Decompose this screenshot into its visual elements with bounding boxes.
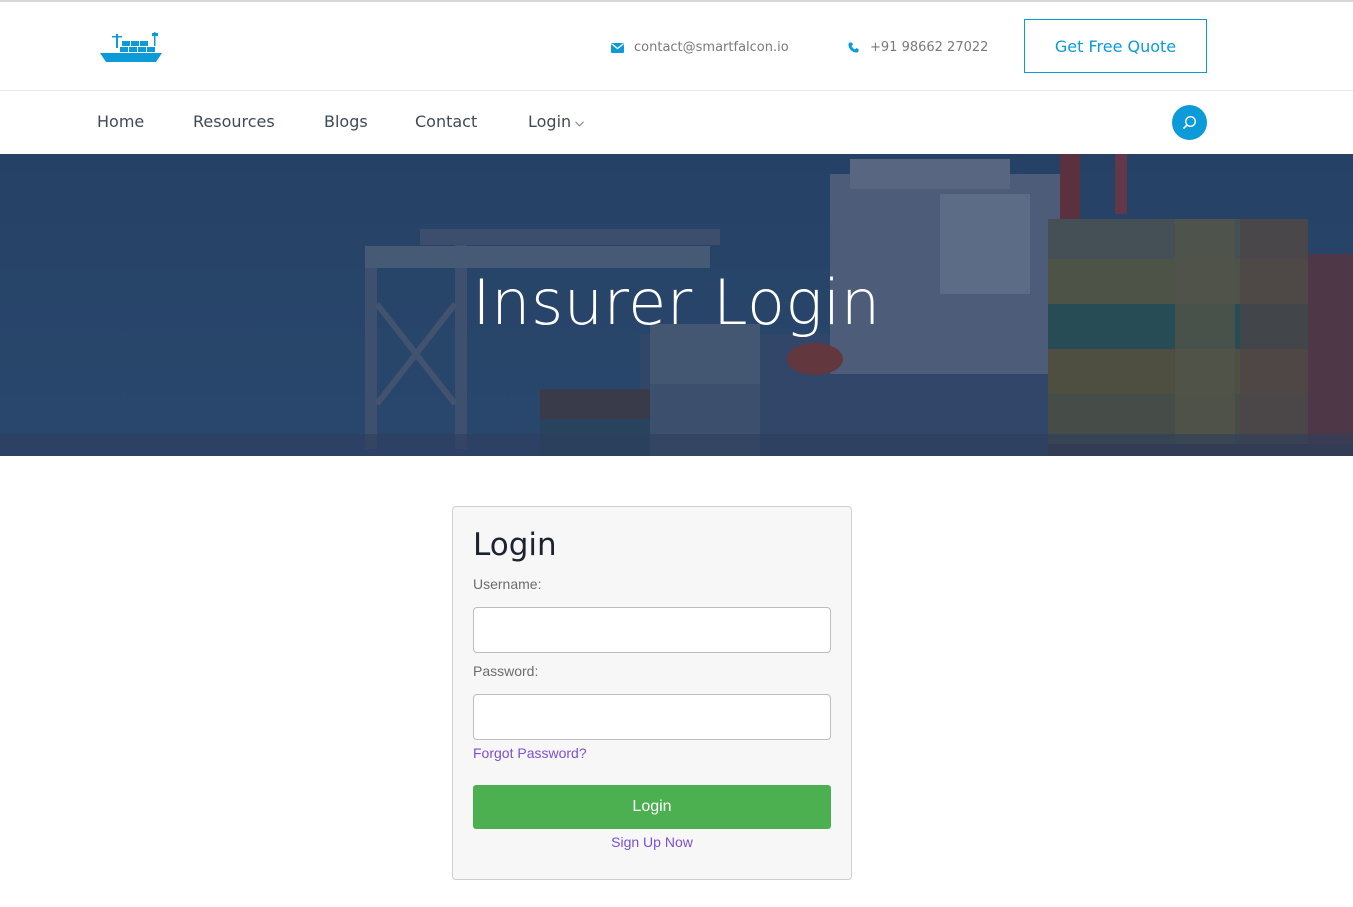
nav-item-label: Home (97, 112, 145, 131)
username-label: Username: (473, 576, 542, 592)
hero-banner: Insurer Login (0, 154, 1353, 456)
nav-item-label: Login (528, 112, 572, 131)
search-icon (1182, 115, 1197, 130)
nav-item-login[interactable]: Login (528, 112, 585, 131)
sign-up-link[interactable]: Sign Up Now (453, 834, 851, 850)
nav-item-resources[interactable]: Resources (193, 112, 275, 131)
header-email[interactable]: contact@smartfalcon.io (610, 40, 789, 55)
search-button[interactable] (1172, 105, 1207, 140)
page-title: Insurer Login (472, 266, 881, 339)
nav-item-contact[interactable]: Contact (415, 112, 477, 131)
username-input[interactable] (473, 607, 831, 653)
phone-icon (846, 41, 860, 55)
email-text: contact@smartfalcon.io (634, 40, 789, 55)
get-free-quote-button[interactable]: Get Free Quote (1024, 19, 1207, 73)
forgot-password-link[interactable]: Forgot Password? (473, 745, 587, 761)
nav-item-label: Contact (415, 112, 478, 131)
main-nav: Home Resources Blogs Contact Login (0, 91, 1353, 154)
password-input[interactable] (473, 694, 831, 740)
login-heading: Login (473, 527, 557, 563)
ship-logo[interactable] (98, 30, 164, 64)
email-icon (610, 41, 624, 55)
nav-item-blogs[interactable]: Blogs (324, 112, 368, 131)
nav-item-label: Resources (193, 112, 275, 131)
nav-item-home[interactable]: Home (97, 112, 144, 131)
header-phone[interactable]: +91 98662 27022 (846, 40, 988, 55)
header-topbar: contact@smartfalcon.io +91 98662 27022 G… (0, 2, 1353, 91)
login-button[interactable]: Login (473, 785, 831, 829)
nav-item-label: Blogs (324, 112, 368, 131)
chevron-down-icon (575, 112, 585, 131)
phone-text: +91 98662 27022 (870, 40, 989, 55)
password-label: Password: (473, 663, 539, 679)
login-card: Login Username: Password: Forgot Passwor… (452, 506, 852, 880)
